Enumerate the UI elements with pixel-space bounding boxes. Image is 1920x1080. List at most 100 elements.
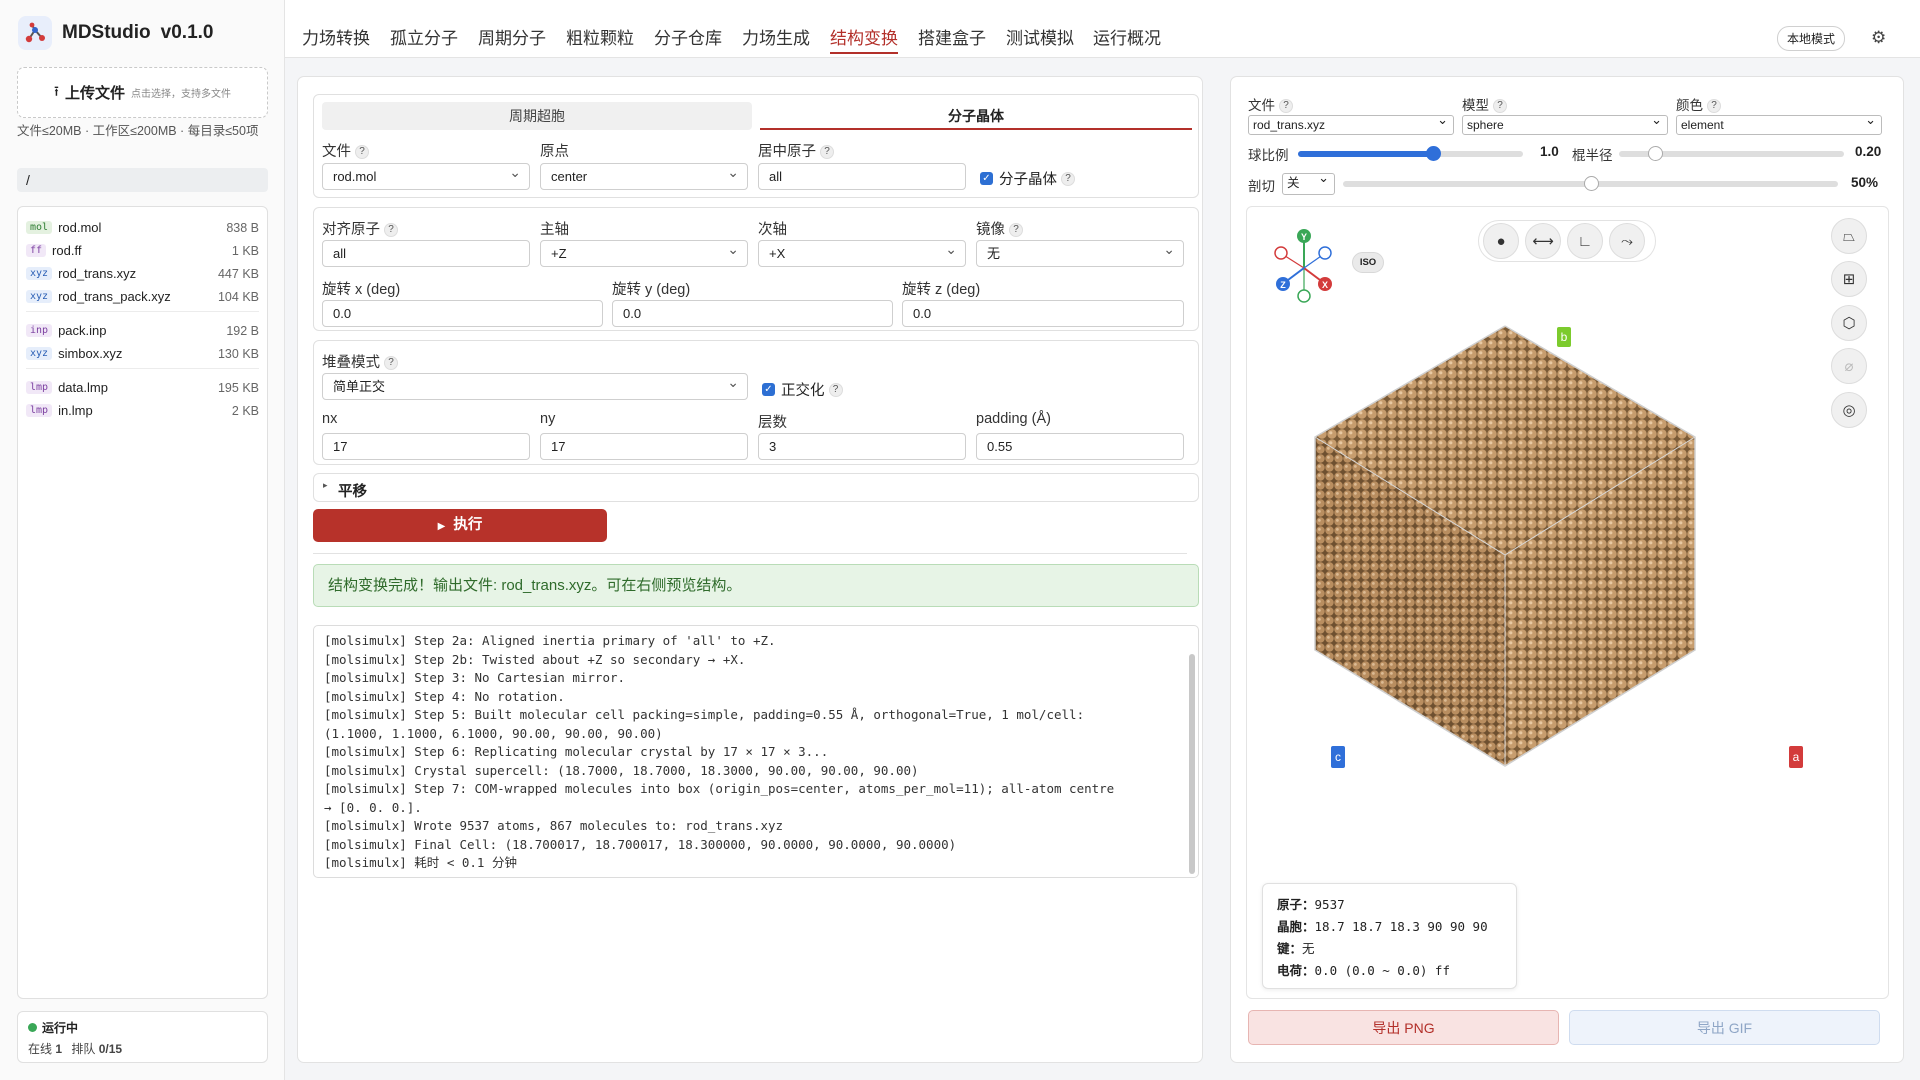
export-png-button[interactable]: 导出 PNG	[1248, 1010, 1559, 1045]
origin-label: 原点	[540, 144, 569, 160]
rot-x-input[interactable]: 0.0	[322, 300, 603, 327]
nav-tab[interactable]: 周期分子	[478, 24, 546, 49]
hide-icon[interactable]: ⌀	[1831, 348, 1867, 384]
nav-tab[interactable]: 力场转换	[302, 24, 370, 49]
current-path[interactable]: /	[17, 168, 268, 192]
run-button[interactable]: ▶ 执行	[313, 509, 607, 542]
stick-radius-slider[interactable]	[1619, 146, 1844, 161]
nx-label: nx	[322, 411, 338, 427]
tab-periodic-supercell[interactable]: 周期超胞	[322, 102, 752, 130]
nx-input[interactable]: 17	[322, 433, 530, 460]
clip-mode-select[interactable]: 关	[1282, 169, 1335, 195]
help-icon[interactable]: ?	[384, 223, 398, 238]
gizmo-z-label: Z	[1280, 280, 1286, 290]
layers-input[interactable]: 3	[758, 433, 966, 460]
molecular-crystal-checkbox[interactable]: ✓ 分子晶体?	[980, 168, 1075, 189]
help-icon[interactable]: ?	[1707, 99, 1721, 114]
help-icon[interactable]: ?	[1279, 99, 1293, 114]
log-output[interactable]: [molsimulx] Step 2a: Aligned inertia pri…	[313, 625, 1199, 878]
stick-radius-value: 0.20	[1855, 144, 1882, 159]
status-panel: 运行中 在线 1 排队 0/15	[17, 1011, 268, 1063]
angle-icon[interactable]: ∟	[1567, 223, 1603, 259]
sphere-scale-slider[interactable]	[1298, 146, 1523, 161]
slider-handle[interactable]	[1648, 146, 1663, 161]
file-item[interactable]: ff rod.ff 1 KB	[26, 239, 259, 262]
file-item[interactable]: lmp in.lmp 2 KB	[26, 399, 259, 422]
file-type-badge: xyz	[26, 267, 53, 280]
file-item[interactable]: xyz rod_trans.xyz 447 KB	[26, 262, 259, 285]
file-type-badge: lmp	[26, 381, 53, 394]
viewer-file-select[interactable]: rod_trans.xyz	[1248, 111, 1454, 135]
perspective-icon[interactable]: ⏢	[1831, 218, 1867, 254]
help-icon[interactable]: ?	[828, 382, 843, 397]
nav-tab[interactable]: 孤立分子	[390, 24, 458, 49]
upload-dropzone[interactable]: ⭱ 上传文件 点击选择，支持多文件	[17, 67, 268, 118]
help-icon[interactable]: ?	[820, 145, 834, 160]
file-list: mol rod.mol 838 B ff rod.ff 1 KB xyz rod_trans.…	[17, 206, 268, 999]
mirror-select[interactable]: 无	[976, 237, 1184, 267]
nav-tab[interactable]: 运行概况	[1093, 24, 1161, 49]
upload-hint: 点击选择，支持多文件	[130, 89, 231, 100]
dihedral-icon[interactable]: ⤳	[1609, 223, 1645, 259]
settings-gear-icon[interactable]: ⚙	[1871, 28, 1886, 48]
axis-gizmo[interactable]: Y X Z	[1259, 225, 1339, 305]
viewer-model-select[interactable]: sphere	[1462, 111, 1668, 135]
export-gif-button[interactable]: 导出 GIF	[1569, 1010, 1880, 1045]
align-atoms-input[interactable]: all	[322, 240, 530, 267]
nav-tab[interactable]: 粗粒颗粒	[566, 24, 634, 49]
target-icon[interactable]: ◎	[1831, 392, 1867, 428]
nav-tab[interactable]: 测试模拟	[1006, 24, 1074, 49]
padding-input[interactable]: 0.55	[976, 433, 1184, 460]
file-item[interactable]: xyz simbox.xyz 130 KB	[26, 342, 259, 365]
primary-axis-select[interactable]: +Z	[540, 237, 748, 267]
grid-icon[interactable]: ⊞	[1831, 261, 1867, 297]
help-icon[interactable]: ?	[1061, 171, 1075, 186]
ny-input[interactable]: 17	[540, 433, 748, 460]
rot-z-input[interactable]: 0.0	[902, 300, 1184, 327]
help-icon[interactable]: ?	[384, 356, 398, 371]
file-item[interactable]: xyz rod_trans_pack.xyz 104 KB	[26, 285, 259, 308]
file-item[interactable]: inp pack.inp 192 B	[26, 319, 259, 342]
nav-tab[interactable]: 搭建盒子	[918, 24, 986, 49]
align-atoms-label: 对齐原子?	[322, 218, 398, 239]
cube-icon[interactable]: ⬡	[1831, 305, 1867, 341]
tab-molecular-crystal[interactable]: 分子晶体	[760, 102, 1192, 130]
origin-select[interactable]: center	[540, 160, 748, 190]
nav-tab[interactable]: 结构变换	[830, 24, 898, 54]
log-line: (1.1000, 1.1000, 6.1000, 90.00, 90.00, 9…	[324, 725, 663, 741]
upload-label: 上传文件	[64, 85, 125, 102]
secondary-axis-select[interactable]: +X	[758, 237, 966, 267]
log-scrollbar[interactable]	[1189, 654, 1195, 874]
rot-y-input[interactable]: 0.0	[612, 300, 893, 327]
rot-z-label: 旋转 z (deg)	[902, 282, 981, 298]
help-icon[interactable]: ?	[355, 145, 369, 160]
help-icon[interactable]: ?	[1009, 223, 1023, 238]
iso-view-button[interactable]: ISO	[1352, 252, 1384, 273]
log-line: [molsimulx] Crystal supercell: (18.7000,…	[324, 762, 919, 778]
file-item[interactable]: lmp data.lmp 195 KB	[26, 376, 259, 399]
slider-handle[interactable]	[1426, 146, 1441, 161]
3d-viewport[interactable]: Y X Z ISO ● ⟷ ∟ ⤳ ⏢ ⊞ ⬡ ⌀ ◎ b c a 原子：953…	[1246, 206, 1889, 999]
structure-transform-panel: 周期超胞 分子晶体 文件? rod.mol 原点 center 居中原子? al…	[297, 76, 1203, 1063]
file-select[interactable]: rod.mol	[322, 160, 530, 190]
bond-icon[interactable]: ⟷	[1525, 223, 1561, 259]
nav-tab[interactable]: 力场生成	[742, 24, 810, 49]
charge-value: 0.0 (0.0 ~ 0.0) ff	[1314, 963, 1450, 978]
file-group: lmp data.lmp 195 KB lmp in.lmp 2 KB	[26, 373, 259, 425]
viewer-color-select[interactable]: element	[1676, 111, 1882, 135]
atom-dot-icon[interactable]: ●	[1483, 223, 1519, 259]
nav-tab[interactable]: 分子仓库	[654, 24, 722, 49]
stack-mode-select[interactable]: 简单正交	[322, 370, 748, 400]
slider-handle[interactable]	[1583, 176, 1599, 191]
axis-b-label: b	[1557, 327, 1571, 347]
clip-slider[interactable]	[1343, 176, 1838, 191]
translate-section[interactable]: ▸ 平移	[313, 473, 1199, 502]
file-name: data.lmp	[58, 380, 108, 395]
file-size: 838 B	[226, 220, 259, 235]
local-mode-badge[interactable]: 本地模式	[1777, 26, 1846, 51]
charge-label: 电荷：	[1277, 964, 1315, 978]
center-atom-input[interactable]: all	[758, 163, 966, 190]
help-icon[interactable]: ?	[1493, 99, 1507, 114]
file-item[interactable]: mol rod.mol 838 B	[26, 216, 259, 239]
orthogonalize-checkbox[interactable]: ✓ 正交化?	[762, 379, 843, 400]
